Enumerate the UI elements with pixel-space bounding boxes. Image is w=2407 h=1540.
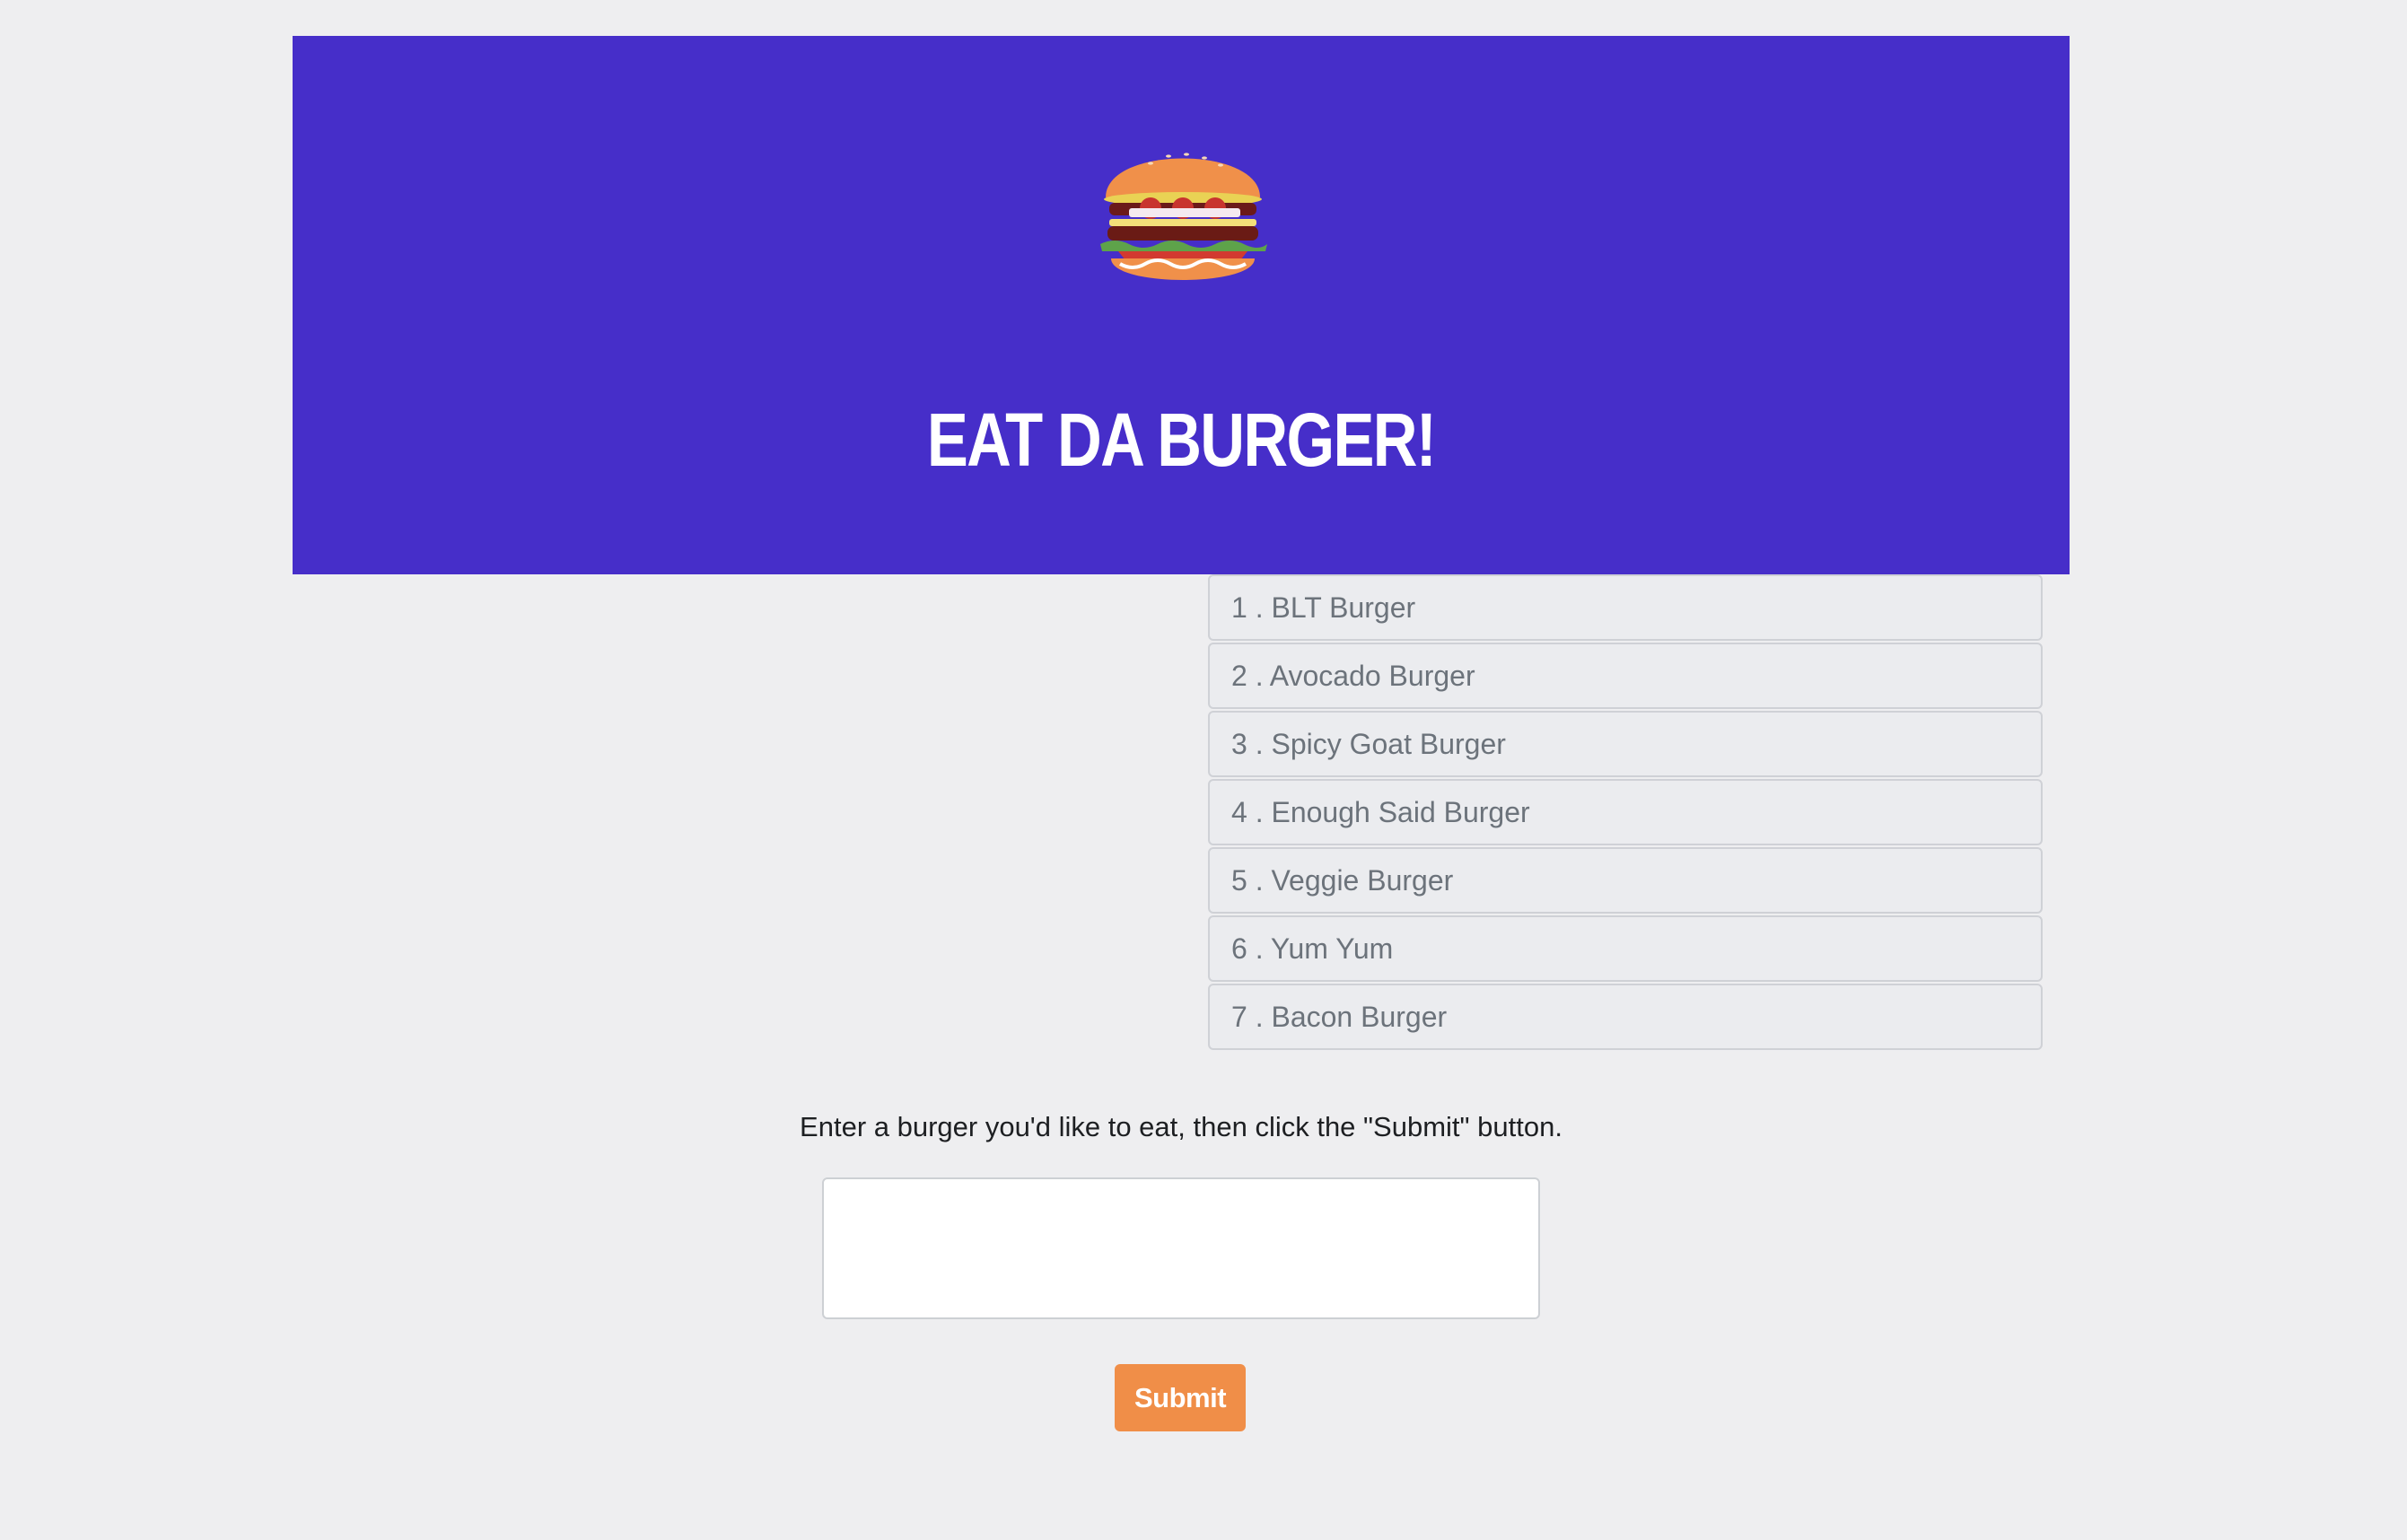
list-item[interactable]: 1 . BLT Burger <box>1208 574 2043 641</box>
list-item[interactable]: 5 . Veggie Burger <box>1208 847 2043 914</box>
list-item[interactable]: 6 . Yum Yum <box>1208 915 2043 982</box>
list-item[interactable]: 4 . Enough Said Burger <box>1208 779 2043 845</box>
list-item[interactable]: 7 . Bacon Burger <box>1208 984 2043 1050</box>
burger-name-input[interactable] <box>822 1177 1540 1319</box>
header-banner <box>293 36 2070 574</box>
submit-button[interactable]: Submit <box>1115 1364 1246 1431</box>
form-instructions: Enter a burger you'd like to eat, then c… <box>800 1111 1562 1142</box>
page-title: EAT DA BURGER! <box>926 398 1437 482</box>
burger-icon <box>1100 153 1267 280</box>
burger-list: 1 . BLT Burger 2 . Avocado Burger 3 . Sp… <box>1208 574 2043 1052</box>
page: EAT DA BURGER! 1 . BLT Burger 2 . Avocad… <box>0 0 2407 1540</box>
list-item[interactable]: 3 . Spicy Goat Burger <box>1208 711 2043 777</box>
list-item[interactable]: 2 . Avocado Burger <box>1208 643 2043 709</box>
